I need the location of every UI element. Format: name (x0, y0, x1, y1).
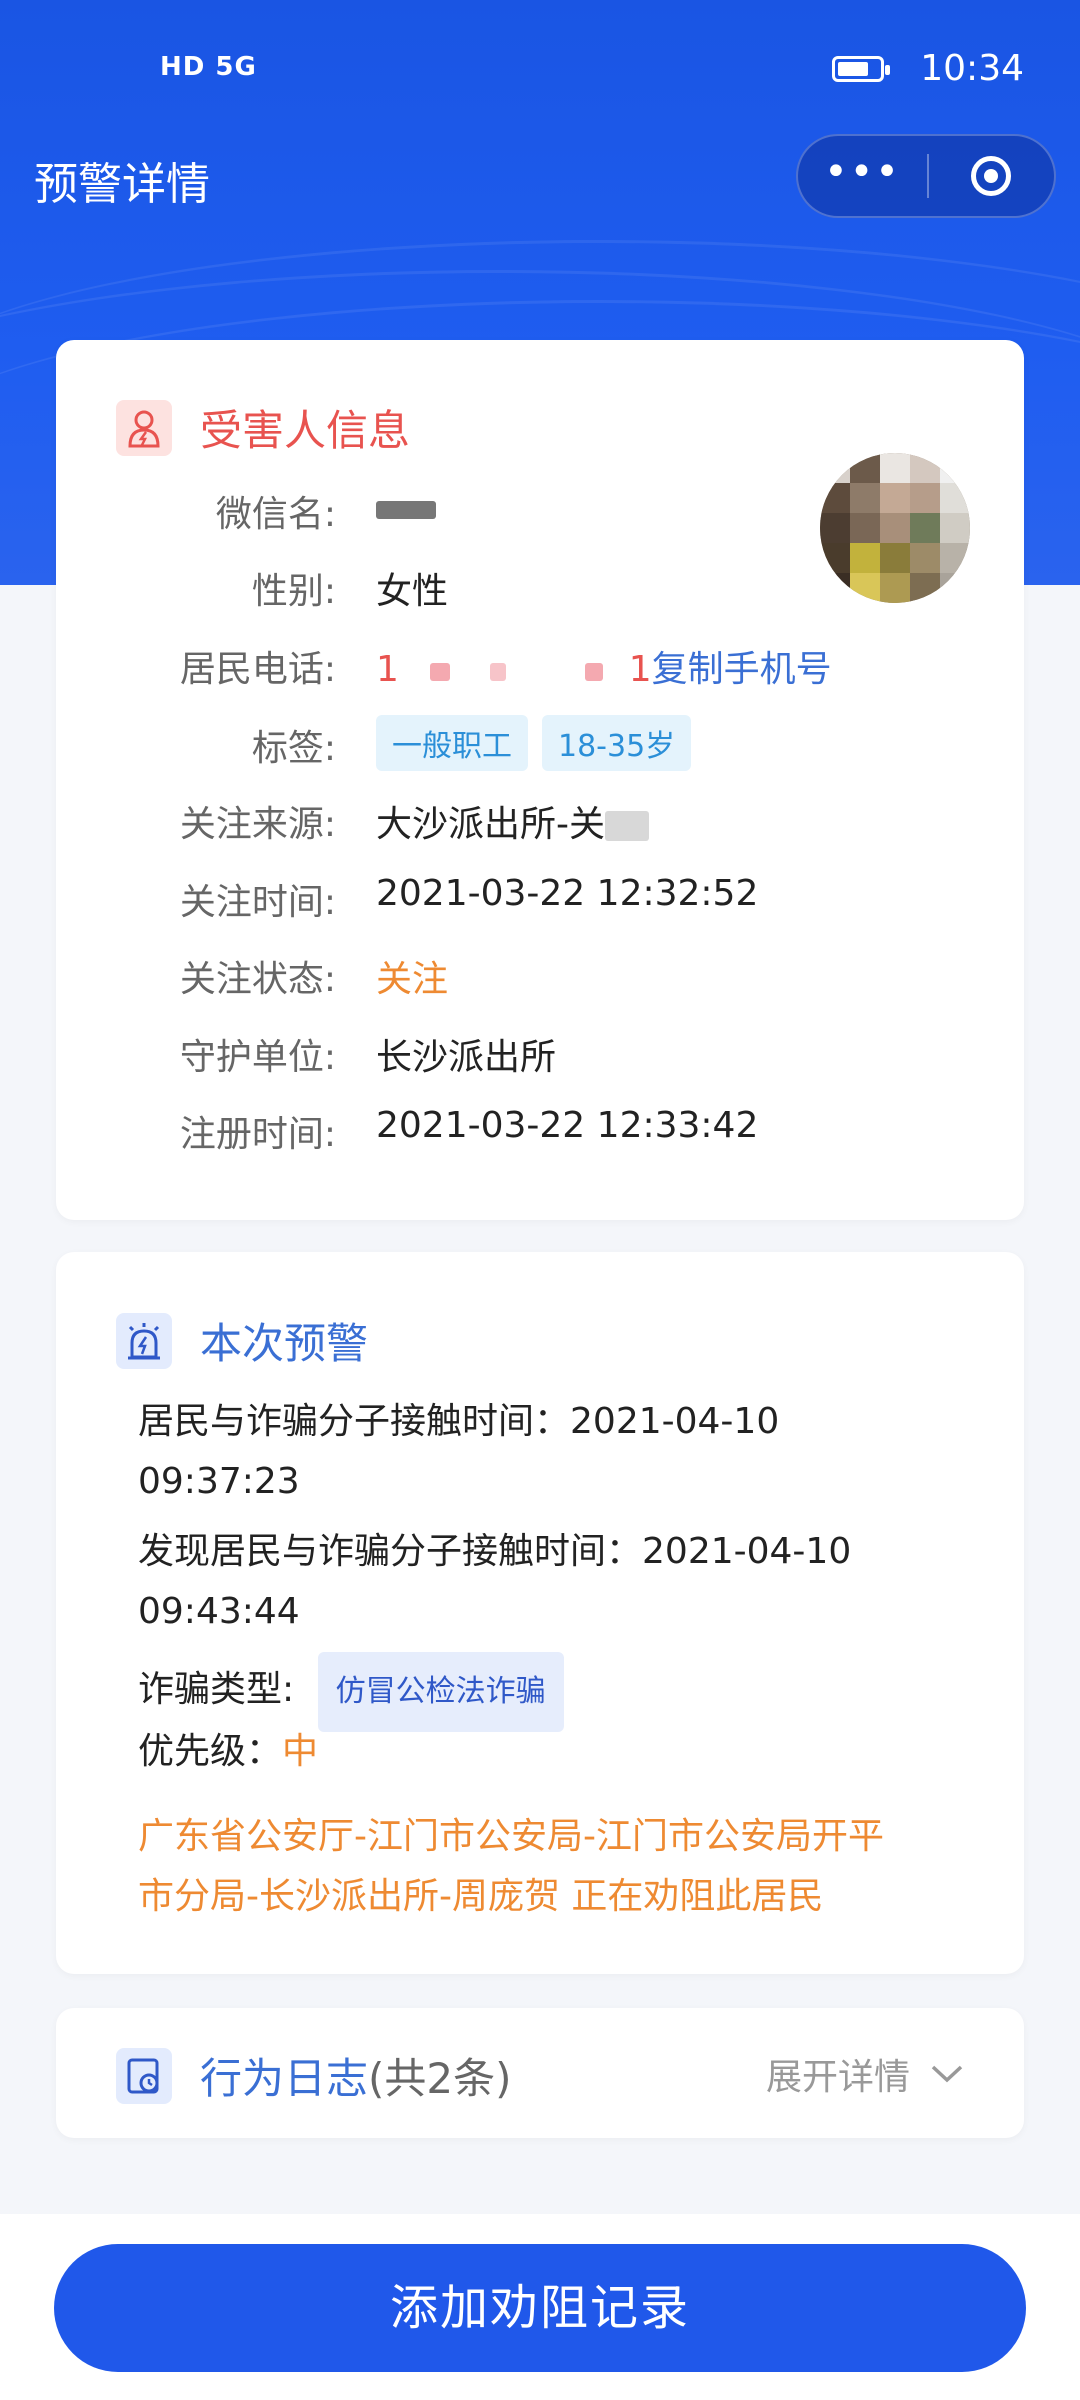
field-label: 注册时间: (179, 1114, 336, 1155)
contact-time-date: 2021-04-10 (570, 1401, 780, 1442)
add-dissuasion-record-button[interactable]: 添加劝阻记录 (54, 2244, 1026, 2372)
field-label: 标签: (251, 728, 336, 769)
field-value: 2021-03-22 12:33:42 (376, 1105, 759, 1146)
field-value: 女性 (376, 571, 449, 612)
found-time: 发现居民与诈骗分子接触时间：2021-04-10 09:43:44 (138, 1522, 851, 1642)
network-indicator: HD 5G (160, 52, 257, 82)
contact-time-clock: 09:37:23 (138, 1461, 300, 1502)
masked-digit (489, 663, 506, 681)
field-label: 关注状态: (179, 959, 336, 1000)
log-count: (共2条) (368, 2054, 512, 2103)
victim-section-header: 受害人信息 (116, 397, 410, 458)
follow-source-text: 大沙派出所-关 (376, 804, 605, 845)
priority-row: 优先级：中 (138, 1722, 318, 1782)
fraud-type-label: 诈骗类型: (138, 1669, 295, 1710)
expand-details-button[interactable]: 展开详情 (766, 2048, 964, 2100)
field-value (376, 485, 436, 528)
page-title: 预警详情 (34, 159, 210, 210)
log-section-header: 行为日志(共2条) (116, 2045, 512, 2106)
tag-occupation: 一般职工 (376, 715, 528, 771)
field-wechat-name: 微信名: (56, 485, 956, 535)
tag-age: 18-35岁 (542, 715, 692, 771)
field-tags: 标签: 一般职工 18-35岁 (56, 715, 956, 775)
mini-program-capsule: ••• (796, 134, 1056, 218)
field-value: 长沙派出所 (376, 1037, 557, 1078)
found-time-label: 发现居民与诈骗分子接触时间： (138, 1531, 643, 1572)
field-follow-status: 关注状态: 关注 (56, 950, 956, 1000)
field-value: 2021-03-22 12:32:52 (376, 873, 759, 914)
masked-digit (585, 663, 604, 681)
copy-phone-link[interactable]: 复制手机号 (652, 649, 832, 690)
alert-section-header: 本次预警 (116, 1310, 368, 1371)
field-label: 守护单位: (179, 1037, 336, 1078)
fraud-type-row: 诈骗类型: 仿冒公检法诈骗 (138, 1652, 564, 1732)
phone-suffix: 1 (628, 649, 652, 690)
more-dots-icon[interactable]: ••• (798, 136, 927, 216)
field-follow-source: 关注来源: 大沙派出所-关 (56, 795, 956, 845)
field-label: 性别: (251, 571, 336, 612)
person-icon (116, 399, 172, 456)
notice-line-1: 广东省公安厅-江门市公安局-江门市公安局开平 (138, 1816, 884, 1857)
fraud-type-tag: 仿冒公检法诈骗 (317, 1652, 564, 1732)
alert-section-title: 本次预警 (200, 1319, 369, 1368)
phone-prefix: 1 (376, 649, 399, 690)
battery-icon (832, 56, 890, 82)
field-label: 关注来源: (179, 804, 336, 845)
priority-label: 优先级： (138, 1731, 283, 1772)
priority-value: 中 (282, 1731, 319, 1772)
masked-digit (430, 663, 451, 681)
field-value: 一般职工 18-35岁 (376, 715, 705, 771)
clock: 10:34 (920, 48, 1024, 89)
masked-text (605, 811, 649, 841)
log-clock-icon (116, 2047, 172, 2104)
field-phone: 居民电话: 1 1复制手机号 (56, 640, 956, 690)
masked-wechat-name (376, 501, 436, 519)
notice-line-2: 市分局-长沙派出所-周庞贺 正在劝阻此居民 (138, 1876, 824, 1917)
dissuasion-notice: 广东省公安厅-江门市公安局-江门市公安局开平 市分局-长沙派出所-周庞贺 正在劝… (138, 1807, 884, 1927)
field-follow-time: 关注时间: 2021-03-22 12:32:52 (56, 873, 956, 923)
alert-card: 本次预警 居民与诈骗分子接触时间：2021-04-10 09:37:23 发现居… (56, 1252, 1024, 1974)
field-register-time: 注册时间: 2021-03-22 12:33:42 (56, 1105, 956, 1155)
found-time-clock: 09:43:44 (138, 1591, 300, 1632)
chevron-down-icon (931, 2065, 963, 2083)
field-guard-unit: 守护单位: 长沙派出所 (56, 1028, 956, 1078)
contact-time-label: 居民与诈骗分子接触时间： (138, 1401, 571, 1442)
status-bar: HD 5G 10:34 (0, 0, 1080, 140)
behavior-log-card[interactable]: 行为日志(共2条) 展开详情 (56, 2008, 1024, 2138)
capsule-divider (927, 154, 929, 198)
log-title-text: 行为日志 (200, 2054, 369, 2103)
field-value: 1 1复制手机号 (376, 640, 832, 692)
victim-section-title: 受害人信息 (200, 406, 411, 455)
field-value: 关注 (376, 959, 449, 1000)
field-label: 微信名: (215, 494, 336, 535)
alarm-icon (116, 1312, 172, 1369)
victim-info-card: 受害人信息 微信名: 性别: 女性 居民电话: 1 1复制手机号 标签: 一般职… (56, 340, 1024, 1220)
field-label: 居民电话: (179, 649, 336, 690)
field-label: 关注时间: (179, 882, 336, 923)
mini-program-close-icon[interactable] (971, 156, 1011, 196)
log-section-title: 行为日志(共2条) (200, 2045, 512, 2106)
found-time-date: 2021-04-10 (642, 1531, 852, 1572)
contact-time: 居民与诈骗分子接触时间：2021-04-10 09:37:23 (138, 1392, 779, 1512)
expand-details-label: 展开详情 (765, 2057, 910, 2098)
field-gender: 性别: 女性 (56, 562, 956, 612)
field-value: 大沙派出所-关 (376, 795, 649, 847)
